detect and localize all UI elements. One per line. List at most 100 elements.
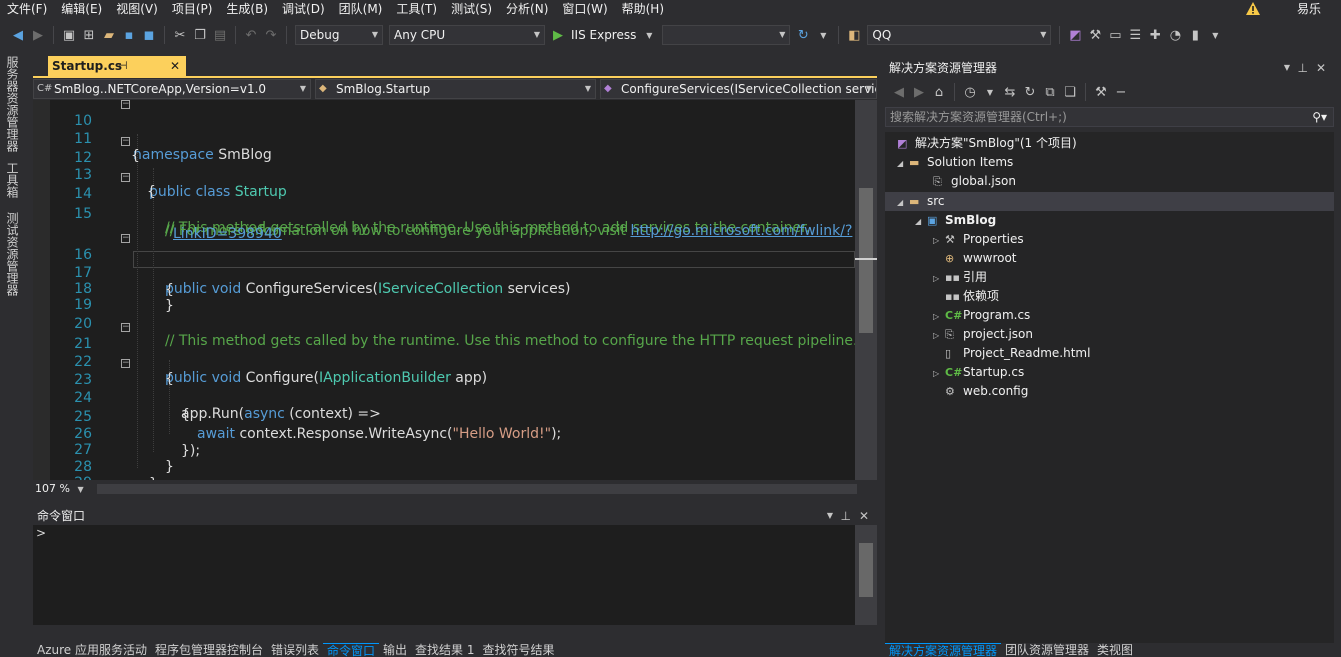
solution-explorer-scrollbar[interactable] xyxy=(1334,58,1341,657)
show-all-files-icon[interactable]: ❏ xyxy=(1061,83,1079,101)
tree-item-web-config[interactable]: ⚙ web.config xyxy=(945,382,1028,401)
menu-tools[interactable]: 工具(T) xyxy=(389,0,444,19)
editor-horizontal-scrollbar[interactable] xyxy=(97,484,857,494)
pin-icon[interactable]: ⊥ xyxy=(1298,58,1308,78)
command-window-scrollbar[interactable] xyxy=(855,525,877,625)
menu-view[interactable]: 视图(V) xyxy=(109,0,165,19)
menu-window[interactable]: 窗口(W) xyxy=(555,0,614,19)
tree-item-program-cs[interactable]: ▷ C#Program.cs xyxy=(933,306,1030,325)
command-window-body[interactable]: > xyxy=(33,525,877,625)
close-icon[interactable]: ✕ xyxy=(1316,58,1326,78)
menu-file[interactable]: 文件(F) xyxy=(0,0,54,19)
tab-team-explorer[interactable]: 团队资源管理器 xyxy=(1001,643,1093,657)
expanded-triangle-icon[interactable]: ◢ xyxy=(897,193,909,212)
tab-find-symbol-results[interactable]: 查找符号结果 xyxy=(479,643,559,657)
chevron-down-icon[interactable]: ▼ xyxy=(827,507,833,525)
class-nav-dropdown[interactable]: ◆ SmBlog.Startup ▼ xyxy=(315,79,596,99)
chevron-down-icon[interactable]: ▼ xyxy=(1206,26,1224,44)
run-target-button[interactable]: IIS Express xyxy=(571,28,636,42)
chevron-down-icon[interactable]: ▼ xyxy=(640,26,658,44)
tree-item-smblog-project[interactable]: ◢ ▣ SmBlog xyxy=(915,211,996,230)
back-icon[interactable]: ◀ xyxy=(9,26,27,44)
tree-item-dependencies[interactable]: ▪▪ 依赖项 xyxy=(945,287,999,306)
code-editor[interactable]: 10 − namespace SmBlog 11 { 12 − public c… xyxy=(33,100,855,480)
tree-item-references[interactable]: ▷ ▪▪ 引用 xyxy=(933,268,987,287)
vs-icon[interactable]: ◩ xyxy=(1066,26,1084,44)
warning-icon[interactable] xyxy=(1245,1,1261,16)
collapse-icon[interactable]: − xyxy=(121,359,130,368)
test-explorer-tab[interactable]: 测试资源管理器 xyxy=(4,212,21,296)
platform-dropdown[interactable]: Any CPU ▼ xyxy=(389,25,545,45)
tab-command-window[interactable]: 命令窗口 xyxy=(323,643,380,657)
close-icon[interactable]: ✕ xyxy=(170,56,180,76)
tree-item-readme-html[interactable]: ▯ Project_Readme.html xyxy=(945,344,1090,363)
collapse-icon[interactable]: − xyxy=(121,137,130,146)
user-name[interactable]: 易乐 xyxy=(1297,0,1321,19)
save-icon[interactable]: ▪ xyxy=(120,26,138,44)
collapse-icon[interactable]: − xyxy=(121,173,130,182)
toolbox-tab[interactable]: 工具箱 xyxy=(4,162,21,198)
wrench-icon[interactable]: ⚒ xyxy=(1086,26,1104,44)
expanded-triangle-icon[interactable]: ◢ xyxy=(897,154,909,173)
home-icon[interactable]: ⌂ xyxy=(930,83,948,101)
tree-item-solution-items[interactable]: ◢ ▬ Solution Items xyxy=(897,153,1013,172)
sync-icon[interactable]: ⇆ xyxy=(1001,83,1019,101)
collapsed-triangle-icon[interactable]: ▷ xyxy=(933,364,945,383)
tab-find-results[interactable]: 查找结果 1 xyxy=(411,643,478,657)
solution-explorer-search[interactable]: 搜索解决方案资源管理器(Ctrl+;) ⚲▾ xyxy=(885,107,1334,127)
scroll-thumb[interactable] xyxy=(859,188,873,333)
tab-error-list[interactable]: 错误列表 xyxy=(267,643,323,657)
collapse-icon[interactable]: − xyxy=(121,100,130,109)
server-icon[interactable]: ☰ xyxy=(1126,26,1144,44)
close-icon[interactable]: ✕ xyxy=(859,507,869,525)
tree-item-properties[interactable]: ▷ ⚒ Properties xyxy=(933,230,1024,249)
tab-class-view[interactable]: 类视图 xyxy=(1093,643,1137,657)
tab-startup-cs[interactable]: Startup.cs ⊣ ✕ xyxy=(48,56,186,76)
paste-icon[interactable]: ▤ xyxy=(211,26,229,44)
forward-icon[interactable]: ▶ xyxy=(910,83,928,101)
tab-azure-activity[interactable]: Azure 应用服务活动 xyxy=(33,643,151,657)
pin-icon[interactable]: ⊥ xyxy=(841,507,851,525)
new-project-icon[interactable]: ▣ xyxy=(60,26,78,44)
scroll-thumb[interactable] xyxy=(859,543,873,597)
tree-item-startup-cs[interactable]: ▷ C#Startup.cs xyxy=(933,363,1024,382)
undo-icon[interactable]: ↶ xyxy=(242,26,260,44)
collapse-all-icon[interactable]: ⧉ xyxy=(1041,83,1059,101)
chart-icon[interactable]: ◔ xyxy=(1166,26,1184,44)
search-icon[interactable]: ⚲▾ xyxy=(1312,108,1327,126)
properties-icon[interactable]: ⚒ xyxy=(1092,83,1110,101)
pending-changes-icon[interactable]: ◷ xyxy=(961,83,979,101)
command-window-horizontal-scrollbar[interactable] xyxy=(33,625,877,641)
add-item-icon[interactable]: ⊞ xyxy=(80,26,98,44)
project-nav-dropdown[interactable]: C# SmBlog..NETCoreApp,Version=v1.0 ▼ xyxy=(33,79,311,99)
tree-item-src[interactable]: ◢ ▬ src xyxy=(897,192,945,211)
refresh-icon[interactable]: ↻ xyxy=(1021,83,1039,101)
pin-icon[interactable]: ⊣ xyxy=(118,56,128,76)
tree-item-solution[interactable]: ◩ 解决方案"SmBlog"(1 个项目) xyxy=(897,134,1077,153)
expanded-triangle-icon[interactable]: ◢ xyxy=(915,212,927,231)
tree-item-wwwroot[interactable]: ⊕ wwwroot xyxy=(945,249,1017,268)
collapsed-triangle-icon[interactable]: ▷ xyxy=(933,326,945,345)
target-dropdown[interactable]: ▼ xyxy=(662,25,791,45)
menu-team[interactable]: 团队(M) xyxy=(332,0,390,19)
member-nav-dropdown[interactable]: ◆ ConfigureServices(IServiceCollection s… xyxy=(600,79,877,99)
back-icon[interactable]: ◀ xyxy=(890,83,908,101)
tab-package-manager-console[interactable]: 程序包管理器控制台 xyxy=(151,643,267,657)
menu-project[interactable]: 项目(P) xyxy=(165,0,220,19)
cut-icon[interactable]: ✂ xyxy=(171,26,189,44)
menu-help[interactable]: 帮助(H) xyxy=(615,0,671,19)
editor-vertical-scrollbar[interactable] xyxy=(855,100,877,480)
menu-debug[interactable]: 调试(D) xyxy=(275,0,332,19)
tree-item-project-json[interactable]: ▷ ⎘ project.json xyxy=(933,325,1033,344)
tab-solution-explorer[interactable]: 解决方案资源管理器 xyxy=(885,643,1002,657)
redo-icon[interactable]: ↷ xyxy=(262,26,280,44)
configuration-dropdown[interactable]: Debug ▼ xyxy=(295,25,383,45)
menu-build[interactable]: 生成(B) xyxy=(219,0,275,19)
copy-icon[interactable]: ❐ xyxy=(191,26,209,44)
save-all-icon[interactable]: ◼ xyxy=(140,26,158,44)
menu-analyze[interactable]: 分析(N) xyxy=(499,0,555,19)
device-icon[interactable]: ▮ xyxy=(1186,26,1204,44)
collapse-icon[interactable]: − xyxy=(121,234,130,243)
zoom-dropdown[interactable]: 107 % ▼ xyxy=(33,481,91,497)
chevron-down-icon[interactable]: ▼ xyxy=(814,26,832,44)
